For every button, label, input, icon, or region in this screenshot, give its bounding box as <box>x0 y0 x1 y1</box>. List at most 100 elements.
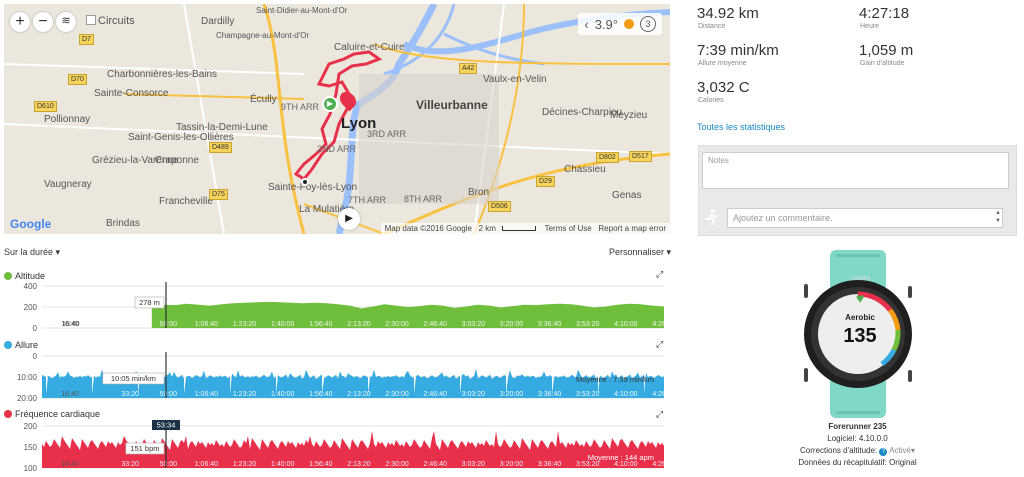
checkbox-icon[interactable] <box>86 15 96 25</box>
altitude-corrections: Corrections d'altitude: ? Activé▾ <box>800 446 915 456</box>
chevron-left-icon[interactable]: ‹ <box>584 17 588 32</box>
map-base <box>4 4 670 234</box>
hr-time-label: 53:34 <box>157 421 176 430</box>
pace-chart-title: Allure <box>4 340 38 350</box>
altitude-tooltip: 278 m <box>139 298 160 307</box>
google-logo: Google <box>10 217 52 231</box>
duration-select[interactable]: Sur la durée ▾ <box>4 247 60 258</box>
town-label: Pollionnay <box>44 114 91 125</box>
x-tick-label: 2:46:40 <box>424 461 447 468</box>
stat-pace-value: 7:39 min/km <box>697 42 779 59</box>
map-scale: 2 km <box>478 224 496 233</box>
town-label: Brindas <box>106 218 140 229</box>
x-tick-label: 3:20:00 <box>500 321 523 328</box>
altitude-start-time: 16:40 <box>62 321 80 328</box>
heart-icon: ♥ <box>855 290 865 306</box>
terms-link[interactable]: Terms of Use <box>545 224 592 233</box>
x-tick-label: 3:53:20 <box>576 321 599 328</box>
x-tick-label: 1:06:40 <box>195 321 218 328</box>
circuits-checkbox[interactable]: Circuits <box>86 15 135 27</box>
position-marker <box>301 178 309 186</box>
hr-average-label: Moyenne : 144 apm <box>588 453 654 462</box>
wind-indicator: 3 <box>640 16 656 32</box>
town-label: Tassin-la-Demi-Lune <box>176 122 268 133</box>
hr-y-tick: 150 <box>24 443 38 452</box>
x-tick-label: 1:23:20 <box>233 461 256 468</box>
expand-icon[interactable]: ⤢ <box>656 339 663 350</box>
x-tick-label: 1:06:40 <box>195 461 218 468</box>
stat-calories-value: 3,032 C <box>697 79 750 96</box>
x-tick-label: 1:40:00 <box>271 321 294 328</box>
town-label: Vaulx-en-Velin <box>483 74 547 85</box>
x-tick-label: 3:53:20 <box>576 461 599 468</box>
pace-dot-icon <box>4 341 12 349</box>
x-tick-label: 4:10:00 <box>614 321 637 328</box>
zoom-in-button[interactable]: + <box>10 12 30 32</box>
zoom-out-button[interactable]: − <box>33 12 53 32</box>
altitude-chart[interactable]: 400 200 0 16:40 33:20 50:00 1:06:40 1:23:20 1:40… <box>0 280 670 332</box>
x-tick-label: 2:13:20 <box>347 391 370 398</box>
start-marker[interactable]: ▶ <box>322 96 338 112</box>
pace-average-label: Moyenne : 7:39 min/km <box>576 375 654 384</box>
map-data-text: Map data ©2016 Google <box>384 224 472 233</box>
stat-elevation-label: Gain d'altitude <box>860 60 905 67</box>
heart-rate-chart[interactable]: 200 150 100 16:40 33:20 50:00 1:06:40 1:23:20 1:… <box>0 420 670 472</box>
hr-tooltip: 151 bpm <box>130 444 159 453</box>
x-tick-label: 3:36:40 <box>538 321 561 328</box>
district-label: 7TH ARR <box>348 195 387 205</box>
notes-field[interactable]: Notes <box>702 152 1009 189</box>
x-tick-label: 1:06:40 <box>195 391 218 398</box>
x-tick-label: 3:03:20 <box>462 391 485 398</box>
runner-icon <box>705 209 719 226</box>
play-button[interactable]: ▶ <box>338 208 360 230</box>
x-tick-label: 50:00 <box>160 391 178 398</box>
report-link[interactable]: Report a map error <box>598 224 666 233</box>
x-tick-label: 2:30:00 <box>385 321 408 328</box>
expand-icon[interactable]: ⤢ <box>656 269 663 280</box>
x-tick-label: 16:40 <box>61 461 79 468</box>
town-label: Meyzieu <box>610 110 648 121</box>
scale-bar <box>502 226 537 231</box>
x-tick-label: 4:10:00 <box>614 461 637 468</box>
chevron-down-icon[interactable]: ▾ <box>911 446 915 455</box>
x-tick-label: 50:00 <box>160 321 178 328</box>
hr-y-tick: 200 <box>24 422 38 431</box>
route-map[interactable]: + − ≋ Circuits ‹ 3.9° 3 Dardilly Champag… <box>4 4 670 234</box>
district-label: 2ND ARR <box>317 144 357 154</box>
x-tick-label: 1:23:20 <box>233 391 256 398</box>
road-shield: D610 <box>34 101 57 112</box>
altitude-y-tick: 0 <box>33 324 38 332</box>
watch-brand: GARMIN <box>850 276 870 282</box>
x-tick-label: 33:20 <box>121 461 139 468</box>
x-tick-label: 3:03:20 <box>462 321 485 328</box>
stat-distance-value: 34.92 km <box>697 5 759 22</box>
customize-select[interactable]: Personnaliser ▾ <box>609 247 671 258</box>
altitude-state-select[interactable]: Activé <box>889 446 911 455</box>
device-software: Logiciel: 4.10.0.0 <box>827 434 888 443</box>
x-tick-label: 2:13:20 <box>347 321 370 328</box>
stat-time-label: Heure <box>860 23 880 30</box>
altitude-y-tick: 200 <box>24 303 38 312</box>
town-label: Genas <box>612 190 642 201</box>
town-label: Villeurbanne <box>416 98 488 112</box>
x-tick-label: 1:23:20 <box>233 321 256 328</box>
district-label: 3RD ARR <box>367 129 407 139</box>
comment-input[interactable]: Ajoutez un commentaire. <box>727 208 1003 228</box>
x-tick-label: 3:53:20 <box>576 391 599 398</box>
pace-y-tick: 10:00 <box>17 373 38 382</box>
sun-icon <box>624 19 634 29</box>
expand-icon[interactable]: ⤢ <box>656 409 663 420</box>
comment-stepper[interactable]: ▲ ▼ <box>995 209 1001 225</box>
all-stats-link[interactable]: Toutes les statistiques <box>697 122 785 132</box>
temperature: 3.9° <box>594 16 618 32</box>
heart-dot-icon <box>4 410 12 418</box>
town-label: Écully <box>250 94 277 105</box>
pace-chart[interactable]: 0 10:00 20:00 16:40 33:20 50:00 1:06:40 1:23:20… <box>0 350 670 402</box>
road-shield: D70 <box>68 74 87 85</box>
x-tick-label: 50:00 <box>160 461 178 468</box>
x-tick-label: 33:20 <box>121 321 139 328</box>
layers-icon[interactable]: ≋ <box>56 12 76 32</box>
info-icon[interactable]: ? <box>879 448 888 456</box>
pace-tooltip: 10:05 min/km <box>111 374 156 383</box>
town-label: Sainte-Foy-lès-Lyon <box>268 182 358 193</box>
